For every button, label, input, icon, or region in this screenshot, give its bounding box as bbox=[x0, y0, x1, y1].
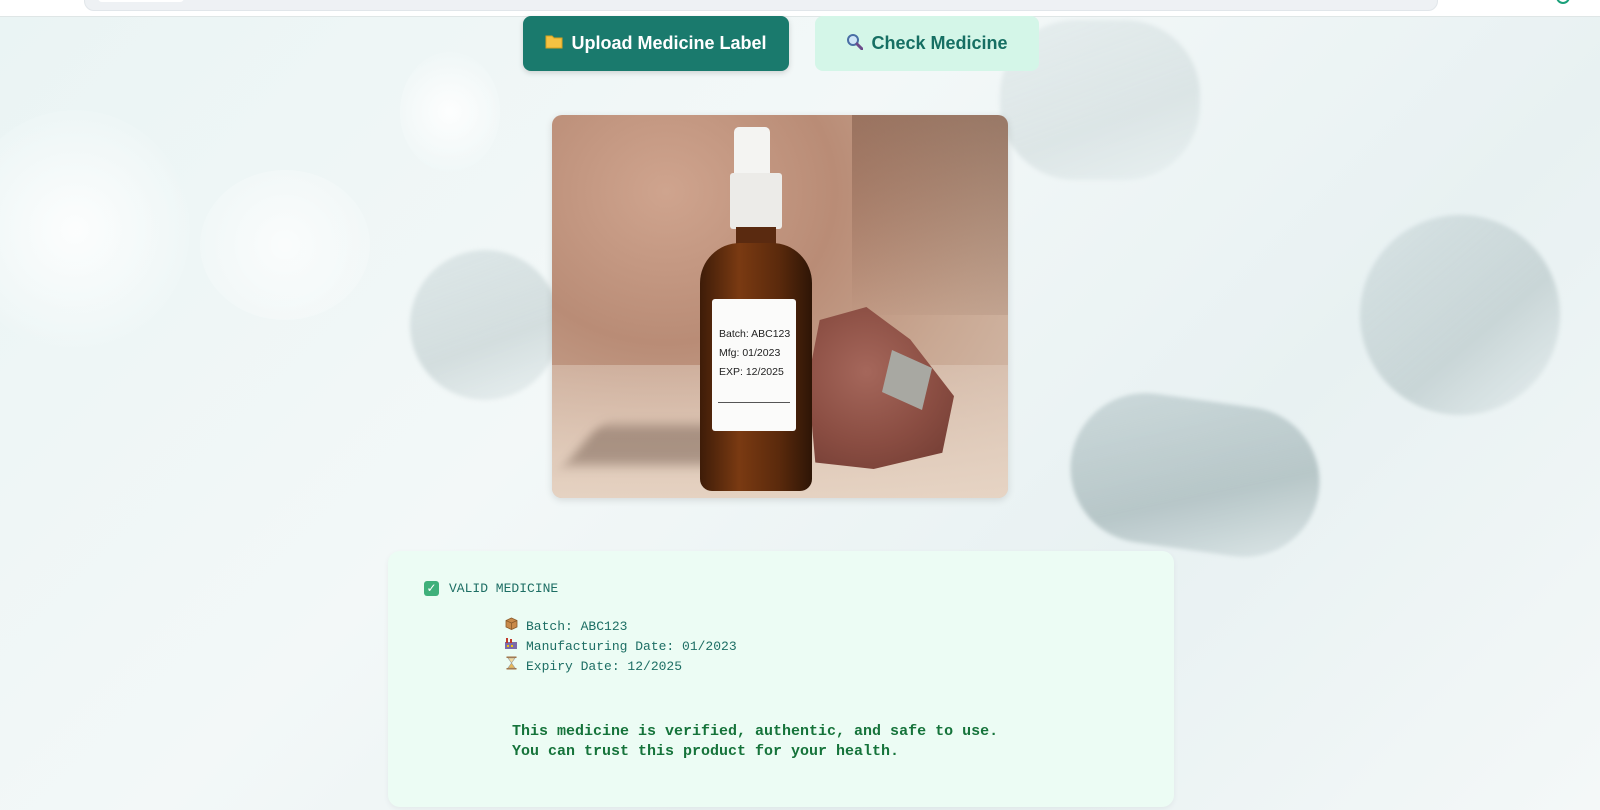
magnifier-icon bbox=[846, 33, 864, 55]
detail-text: Manufacturing Date: 01/2023 bbox=[526, 638, 737, 654]
rock-prop bbox=[808, 307, 954, 469]
message-line-2: You can trust this product for your heal… bbox=[512, 742, 900, 760]
top-search-chip[interactable] bbox=[98, 0, 184, 2]
background-capsule bbox=[410, 250, 560, 400]
top-search-bar[interactable] bbox=[84, 0, 1438, 11]
verification-result-card: ✓ VALID MEDICINE Batch: ABC123 Manufactu… bbox=[388, 551, 1174, 807]
bottle-label: Batch: ABC123 Mfg: 01/2023 EXP: 12/2025 bbox=[712, 299, 796, 431]
user-icon[interactable] bbox=[1556, 0, 1570, 4]
spray-nozzle bbox=[734, 127, 770, 177]
verification-message: This medicine is verified, authentic, an… bbox=[512, 722, 998, 761]
upload-button-label: Upload Medicine Label bbox=[571, 33, 767, 53]
check-button-label: Check Medicine bbox=[871, 33, 1008, 53]
check-medicine-button[interactable]: Check Medicine bbox=[815, 16, 1039, 71]
package-icon bbox=[502, 617, 520, 637]
detail-text: Batch: ABC123 bbox=[526, 619, 628, 634]
label-mfg: Mfg: 01/2023 bbox=[719, 347, 781, 359]
hourglass-icon bbox=[502, 656, 520, 677]
bottle-cap bbox=[730, 173, 782, 229]
folder-icon bbox=[545, 34, 563, 54]
label-batch: Batch: ABC123 bbox=[719, 328, 791, 340]
detail-manufacturing-date: Manufacturing Date: 01/2023 bbox=[502, 637, 737, 657]
medicine-details: Batch: ABC123 Manufacturing Date: 01/202… bbox=[502, 617, 737, 677]
checkmark-icon: ✓ bbox=[424, 581, 439, 596]
top-navbar bbox=[0, 0, 1600, 17]
background-bubble bbox=[400, 52, 500, 172]
detail-expiry-date: Expiry Date: 12/2025 bbox=[502, 656, 737, 677]
background-capsule bbox=[1060, 383, 1330, 567]
detail-text: Expiry Date: 12/2025 bbox=[526, 658, 683, 674]
factory-icon bbox=[502, 637, 520, 657]
label-exp: EXP: 12/2025 bbox=[719, 366, 784, 378]
status-text: VALID MEDICINE bbox=[449, 581, 559, 596]
background-capsule bbox=[1331, 186, 1589, 444]
background-bubble bbox=[200, 170, 370, 320]
detail-batch: Batch: ABC123 bbox=[502, 617, 737, 637]
status-row: ✓ VALID MEDICINE bbox=[424, 581, 558, 596]
message-line-1: This medicine is verified, authentic, an… bbox=[512, 723, 999, 740]
background-bubble bbox=[0, 110, 190, 350]
upload-medicine-label-button[interactable]: Upload Medicine Label bbox=[523, 16, 789, 71]
uploaded-medicine-image: Batch: ABC123 Mfg: 01/2023 EXP: 12/2025 bbox=[552, 115, 1008, 498]
